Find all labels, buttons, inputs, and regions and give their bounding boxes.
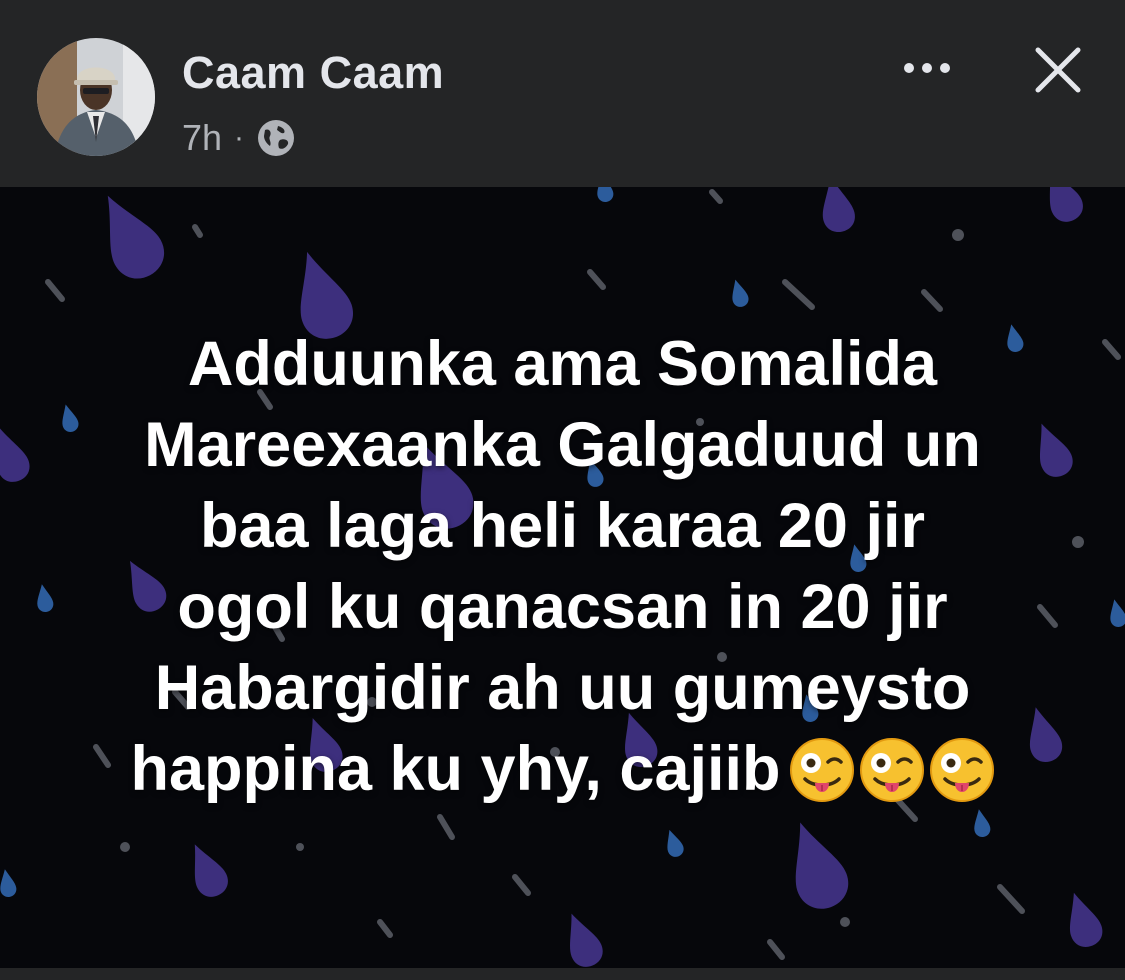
post-line: ogol ku qanacsan in 20 jir [177,572,948,642]
close-icon [1035,47,1081,93]
close-button[interactable] [1030,42,1086,98]
post-line-last: happina ku yhy, cajiib [40,729,1085,818]
post-header: Caam Caam 7h · [0,0,1125,187]
post-time[interactable]: 7h [182,116,222,160]
post-line: Mareexaanka Galgaduud un [144,410,981,480]
avatar[interactable] [37,38,155,156]
avatar-image [37,38,155,156]
post-line: happina ku yhy, cajiib [130,734,781,804]
bottom-divider [0,968,1125,980]
post-line: Adduunka ama Somalida [187,329,938,399]
winking-face-with-tongue-icon [929,737,995,803]
meta-separator: · [234,121,245,154]
post-background: Adduunka ama Somalida Mareexaanka Galgad… [0,187,1125,968]
emoji-group [785,737,995,818]
winking-face-with-tongue-icon [859,737,925,803]
author-name[interactable]: Caam Caam [182,46,444,100]
post-meta: 7h · [182,116,296,160]
globe-icon[interactable] [256,118,296,158]
post-line: baa laga heli karaa 20 jir [200,491,925,561]
more-options-icon [904,63,950,73]
post-message: Adduunka ama Somalida Mareexaanka Galgad… [40,324,1085,818]
post-line: Habargidir ah uu gumeysto [154,653,971,723]
winking-face-with-tongue-icon [789,737,855,803]
more-options-button[interactable] [896,48,958,88]
